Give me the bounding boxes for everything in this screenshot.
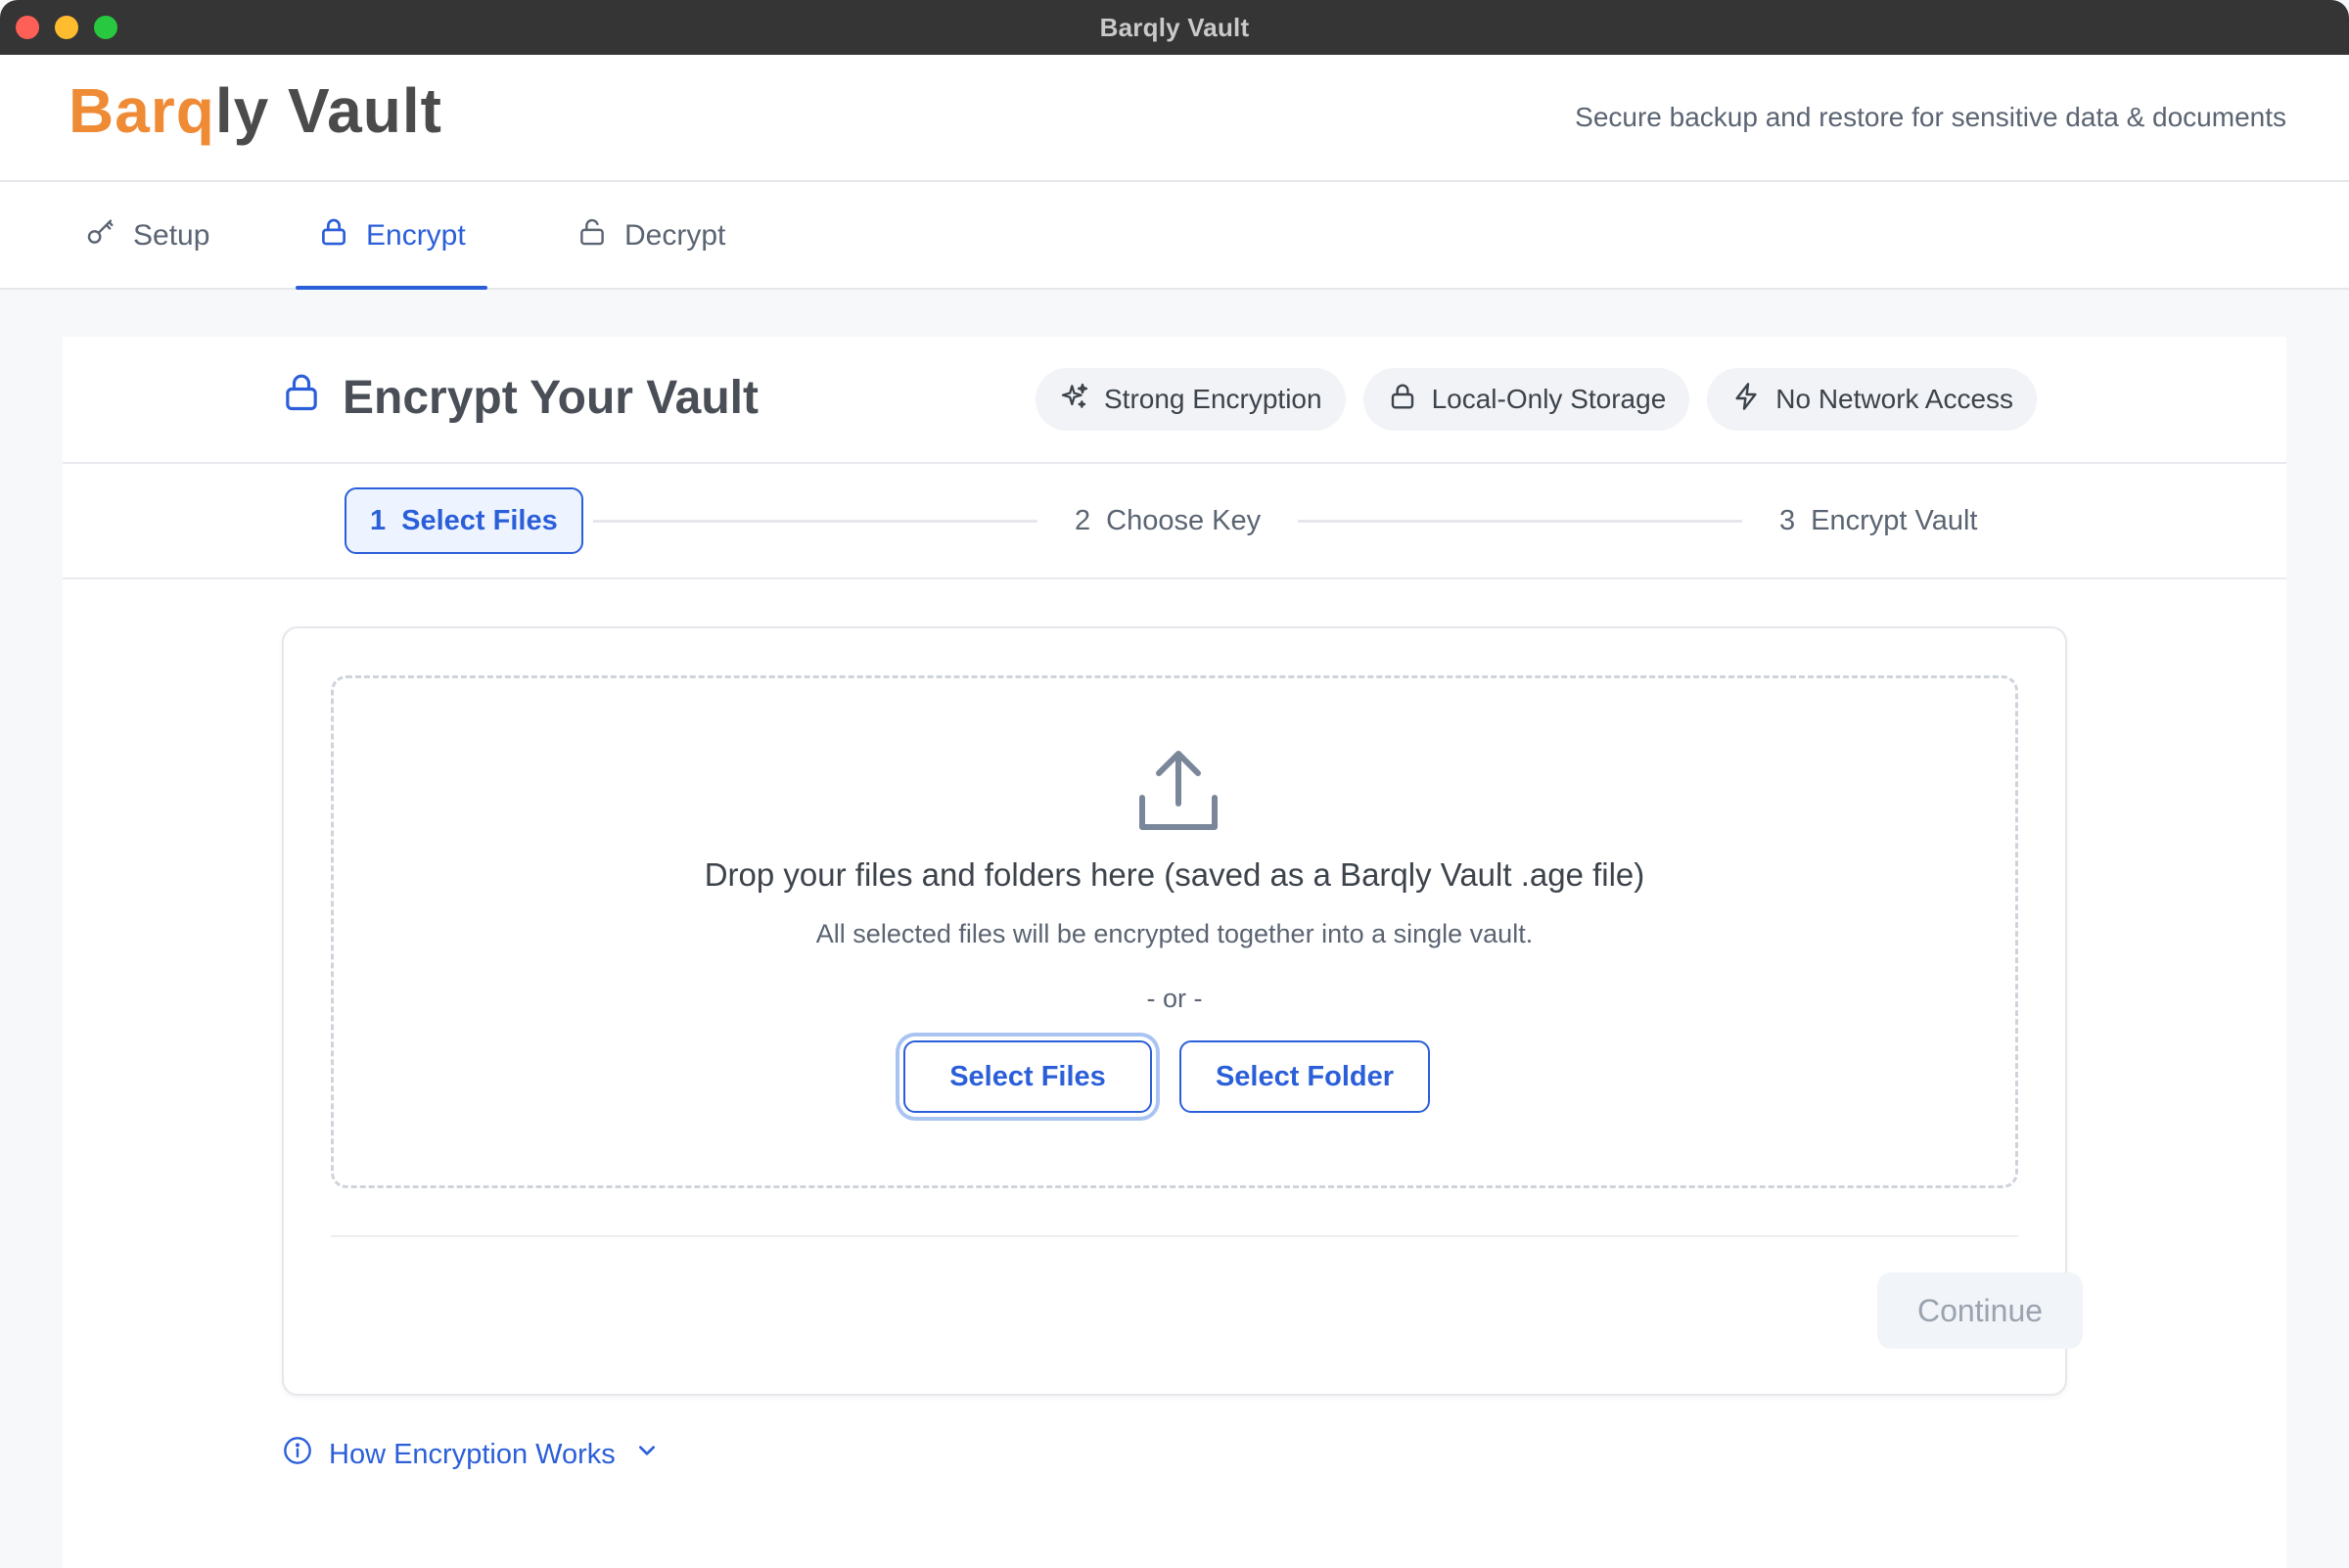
info-icon — [282, 1435, 313, 1474]
step-connector — [593, 520, 1037, 523]
select-folder-button[interactable]: Select Folder — [1179, 1040, 1430, 1113]
lock-icon — [282, 370, 321, 425]
progress-stepper: 1 Select Files 2 Choose Key 3 Encrypt Va… — [63, 464, 2286, 579]
window-titlebar: Barqly Vault — [0, 0, 2349, 55]
lock-icon — [317, 215, 350, 256]
step-number: 1 — [370, 504, 387, 536]
continue-button[interactable]: Continue — [1877, 1272, 2083, 1349]
tab-setup-label: Setup — [133, 219, 210, 252]
step-select-files[interactable]: 1 Select Files — [345, 487, 583, 554]
tab-bar: Setup Encrypt Decrypt — [0, 182, 2349, 290]
logo-rest-text: ly Vault — [214, 75, 442, 146]
badge-label: Strong Encryption — [1104, 384, 1322, 414]
encrypt-card: Encrypt Your Vault Strong Encryption Loc… — [63, 337, 2286, 1568]
panel-divider — [331, 1235, 2018, 1237]
window-controls — [16, 16, 117, 39]
dropzone-title: Drop your files and folders here (saved … — [704, 856, 1645, 893]
step-connector — [1298, 520, 1742, 523]
badge-local-only-storage: Local-Only Storage — [1362, 368, 1690, 431]
how-encryption-works-label: How Encryption Works — [329, 1438, 616, 1470]
tab-encrypt-label: Encrypt — [366, 219, 466, 252]
dropzone-or-text: - or - — [1146, 984, 1203, 1013]
sparkles-icon — [1059, 381, 1090, 419]
file-selection-panel: Drop your files and folders here (saved … — [282, 626, 2083, 1396]
tab-encrypt[interactable]: Encrypt — [296, 182, 487, 290]
chevron-down-icon — [631, 1435, 663, 1474]
tab-setup[interactable]: Setup — [84, 182, 209, 290]
page-title: Encrypt Your Vault — [282, 370, 759, 425]
security-badges: Strong Encryption Local-Only Storage No … — [1036, 368, 2038, 431]
step-number: 3 — [1779, 504, 1796, 536]
close-window-button[interactable] — [16, 16, 39, 39]
step-label: Select Files — [401, 504, 558, 536]
file-dropzone[interactable]: Drop your files and folders here (saved … — [331, 675, 2018, 1188]
lock-icon — [1387, 381, 1418, 419]
select-files-button[interactable]: Select Files — [903, 1040, 1152, 1113]
badge-label: No Network Access — [1775, 384, 2014, 414]
dropzone-subtitle: All selected files will be encrypted tog… — [815, 919, 1534, 948]
badge-strong-encryption: Strong Encryption — [1036, 368, 1346, 431]
minimize-window-button[interactable] — [55, 16, 78, 39]
app-logo: Barqly Vault — [69, 74, 442, 147]
app-header: Barqly Vault Secure backup and restore f… — [0, 55, 2349, 182]
zoom-window-button[interactable] — [94, 16, 117, 39]
badge-label: Local-Only Storage — [1431, 384, 1667, 414]
step-encrypt-vault: 3 Encrypt Vault — [1779, 487, 1977, 554]
unlock-icon — [576, 215, 609, 256]
step-label: Encrypt Vault — [1811, 504, 1978, 536]
tab-decrypt[interactable]: Decrypt — [576, 182, 725, 290]
lightning-icon — [1730, 381, 1762, 419]
upload-icon — [1134, 747, 1222, 835]
step-choose-key: 2 Choose Key — [1075, 487, 1261, 554]
logo-accent-text: Barq — [69, 75, 215, 146]
step-label: Choose Key — [1106, 504, 1262, 536]
app-tagline: Secure backup and restore for sensitive … — [1575, 102, 2286, 132]
how-encryption-works-toggle[interactable]: How Encryption Works — [282, 1435, 663, 1474]
badge-no-network-access: No Network Access — [1707, 368, 2038, 431]
page-title-text: Encrypt Your Vault — [343, 371, 759, 424]
window-title: Barqly Vault — [1099, 12, 1250, 42]
tab-decrypt-label: Decrypt — [624, 219, 726, 252]
encrypt-header: Encrypt Your Vault Strong Encryption Loc… — [63, 337, 2286, 464]
step-number: 2 — [1075, 504, 1091, 536]
key-icon — [84, 215, 117, 256]
